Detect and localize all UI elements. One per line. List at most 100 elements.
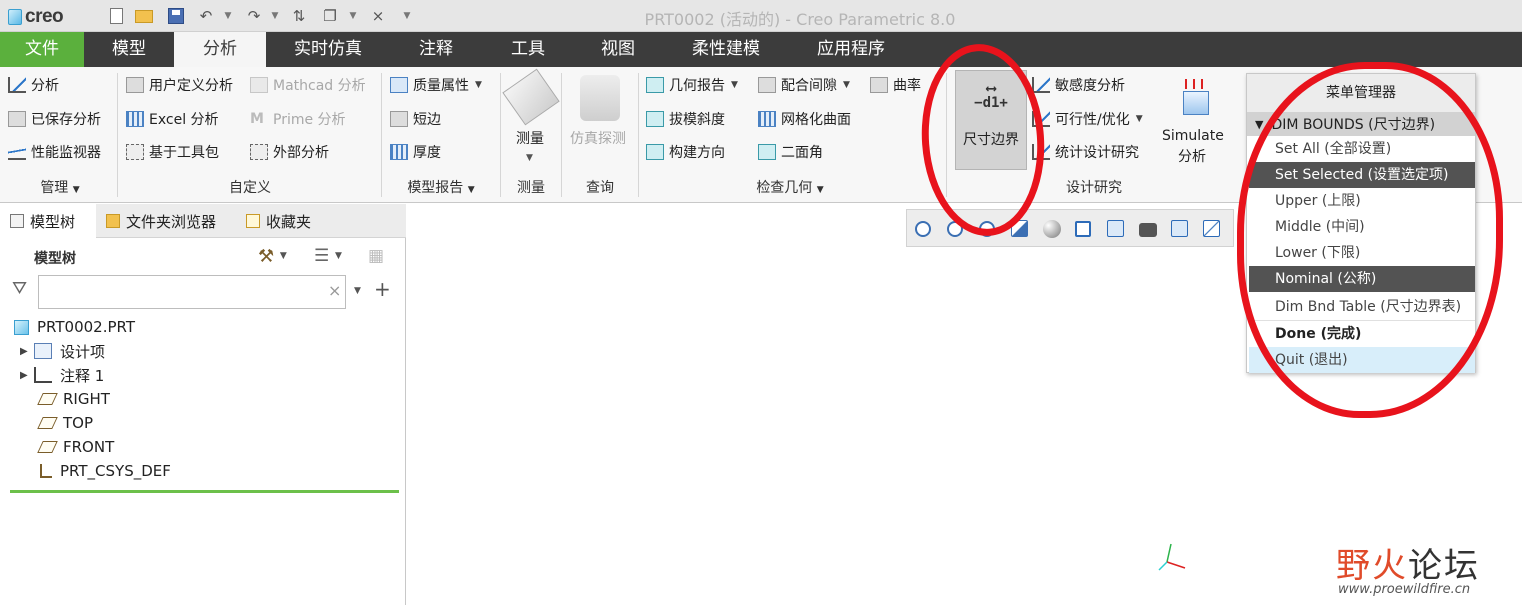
ribbon-separator [500, 73, 501, 197]
short-edge-button[interactable]: 短边 [390, 108, 441, 130]
simulate-analysis-icon [1175, 79, 1215, 117]
mathcad-icon [250, 77, 268, 93]
menu-item-set-selected[interactable]: Set Selected (设置选定项) [1249, 162, 1475, 188]
ribbon-tab-bar: 文件 模型 分析 实时仿真 注释 工具 视图 柔性建模 应用程序 [0, 32, 1522, 67]
thickness-button[interactable]: 厚度 [390, 141, 441, 163]
tab-file[interactable]: 文件 [0, 32, 84, 67]
menu-item-set-all[interactable]: Set All (全部设置) [1249, 136, 1475, 162]
add-filter-icon[interactable]: + [374, 277, 391, 301]
dimension-bounds-button[interactable]: ⟷ −d1+ 尺寸边界 [955, 70, 1027, 170]
expand-arrow-icon[interactable]: ▶ [20, 346, 34, 357]
collapse-triangle-icon[interactable]: ▼ [1255, 118, 1263, 131]
curvature-button[interactable]: 曲率 [870, 74, 921, 96]
sensitivity-analysis-button[interactable]: 敏感度分析 [1032, 74, 1125, 96]
tab-favorites[interactable]: 收藏夹 [236, 204, 336, 238]
repaint-icon[interactable] [1011, 220, 1028, 237]
tree-item-csys[interactable]: PRT_CSYS_DEF [40, 460, 171, 482]
clear-search-icon[interactable]: × [328, 281, 341, 300]
ribbon-separator [117, 73, 118, 197]
tab-model[interactable]: 模型 [84, 32, 174, 67]
tab-annotate[interactable]: 注释 [390, 32, 482, 67]
group-label-design-study: 设计研究 [1066, 180, 1122, 196]
view-manager-icon[interactable] [1107, 220, 1124, 237]
external-analysis-button[interactable]: 外部分析 [250, 141, 329, 163]
mass-properties-button[interactable]: 质量属性 ▼ [390, 74, 482, 96]
build-direction-button[interactable]: 构建方向 [646, 141, 725, 163]
section-view-icon[interactable] [1171, 220, 1188, 237]
tab-analysis[interactable]: 分析 [174, 32, 266, 67]
analysis-button[interactable]: 分析 [8, 74, 59, 96]
group-label-model-report[interactable]: 模型报告 ▼ [396, 177, 486, 197]
saved-orientations-icon[interactable] [1075, 221, 1091, 237]
search-dropdown-icon[interactable]: ▼ [354, 286, 361, 296]
tab-view[interactable]: 视图 [574, 32, 662, 67]
tab-applications[interactable]: 应用程序 [790, 32, 912, 67]
menu-item-done[interactable]: Done (完成) [1249, 321, 1475, 347]
menu-item-dim-bnd-table[interactable]: Dim Bnd Table (尺寸边界表) [1249, 294, 1475, 320]
perspective-view-icon[interactable] [1139, 223, 1157, 237]
tab-model-tree[interactable]: 模型树 [0, 204, 96, 238]
coordinate-triad-icon [1158, 543, 1186, 571]
tree-filter-visibility-icon[interactable]: ▦ [368, 244, 384, 268]
prime-icon: M [250, 111, 264, 127]
refit-icon[interactable] [915, 221, 931, 237]
tab-tools[interactable]: 工具 [482, 32, 574, 67]
short-edge-icon [390, 111, 408, 127]
menu-item-quit[interactable]: Quit (退出) [1249, 347, 1475, 373]
settings-tools-icon[interactable]: ⚒ ▼ [258, 244, 287, 268]
display-style-icon[interactable] [1043, 220, 1061, 238]
tab-flexible-modeling[interactable]: 柔性建模 [662, 32, 790, 67]
performance-monitor-button[interactable]: 性能监视器 [8, 141, 101, 163]
prime-analysis-button[interactable]: M Prime 分析 [250, 108, 346, 130]
toolkit-based-button[interactable]: 基于工具包 [126, 141, 219, 163]
meshed-surface-button[interactable]: 网格化曲面 [758, 108, 851, 130]
expand-arrow-icon[interactable]: ▶ [20, 370, 34, 381]
saved-analysis-button[interactable]: 已保存分析 [8, 108, 101, 130]
filter-icon[interactable]: ⛛ [12, 278, 27, 299]
group-label-custom: 自定义 [229, 180, 271, 196]
dropdown-icon: ▼ [731, 80, 738, 90]
tree-item-design-items[interactable]: ▶ 设计项 [20, 340, 105, 362]
draft-button[interactable]: 拔模斜度 [646, 108, 725, 130]
simulate-analysis-label[interactable]: 分析 [1178, 145, 1206, 167]
dimension-bounds-icon: −d1+ [974, 95, 1008, 111]
mating-clearance-button[interactable]: 配合间隙 ▼ [758, 74, 850, 96]
tree-item-annotation[interactable]: ▶ 注释 1 [20, 364, 104, 386]
user-defined-analysis-button[interactable]: 用户定义分析 [126, 74, 233, 96]
statistical-design-study-button[interactable]: 统计设计研究 [1032, 141, 1139, 163]
ribbon-separator [561, 73, 562, 197]
tab-live-simulation[interactable]: 实时仿真 [266, 32, 390, 67]
simulate-analysis-button[interactable]: Simulate [1162, 125, 1224, 147]
datum-display-icon[interactable] [1203, 220, 1220, 237]
dim-bounds-section[interactable]: ▼ DIM BOUNDS (尺寸边界) [1247, 112, 1475, 136]
csys-icon [40, 464, 52, 478]
zoom-in-icon[interactable] [947, 221, 963, 237]
design-items-icon [34, 343, 52, 359]
dihedral-angle-button[interactable]: 二面角 [758, 141, 823, 163]
geometry-report-button[interactable]: 几何报告 ▼ [646, 74, 738, 96]
menu-item-lower[interactable]: Lower (下限) [1249, 240, 1475, 266]
menu-item-middle[interactable]: Middle (中间) [1249, 214, 1475, 240]
measure-button[interactable]: 测量 [516, 127, 544, 149]
tree-item-top-plane[interactable]: TOP [37, 412, 93, 434]
excel-analysis-button[interactable]: Excel 分析 [126, 108, 219, 130]
menu-item-upper[interactable]: Upper (上限) [1249, 188, 1475, 214]
group-label-manage[interactable]: 管理 ▼ [10, 177, 110, 197]
ribbon-separator [381, 73, 382, 197]
tree-item-part[interactable]: PRT0002.PRT [14, 316, 135, 338]
simulation-probe-icon [580, 75, 620, 121]
group-label-inspect-geometry[interactable]: 检查几何 ▼ [740, 177, 840, 197]
tab-folder-browser[interactable]: 文件夹浏览器 [96, 204, 236, 238]
model-tree-panel: 模型树 文件夹浏览器 收藏夹 模型树 ⚒ ▼ ☰ ▼ ▦ ⛛ × ▼ + PRT… [0, 204, 406, 605]
zoom-out-icon[interactable] [979, 221, 995, 237]
show-options-icon[interactable]: ☰ ▼ [314, 244, 342, 268]
simulation-probe-button[interactable]: 仿真探测 [570, 127, 626, 149]
menu-item-nominal[interactable]: Nominal (公称) [1249, 266, 1475, 292]
feasibility-optimization-button[interactable]: 可行性/优化 ▼ [1032, 108, 1143, 130]
model-tree-search-input[interactable] [38, 275, 346, 309]
annotation-icon [34, 367, 52, 383]
mathcad-analysis-button[interactable]: Mathcad 分析 [250, 74, 366, 96]
tree-item-right-plane[interactable]: RIGHT [37, 388, 110, 410]
tree-item-front-plane[interactable]: FRONT [37, 436, 114, 458]
measure-dropdown-icon[interactable]: ▼ [526, 147, 533, 169]
